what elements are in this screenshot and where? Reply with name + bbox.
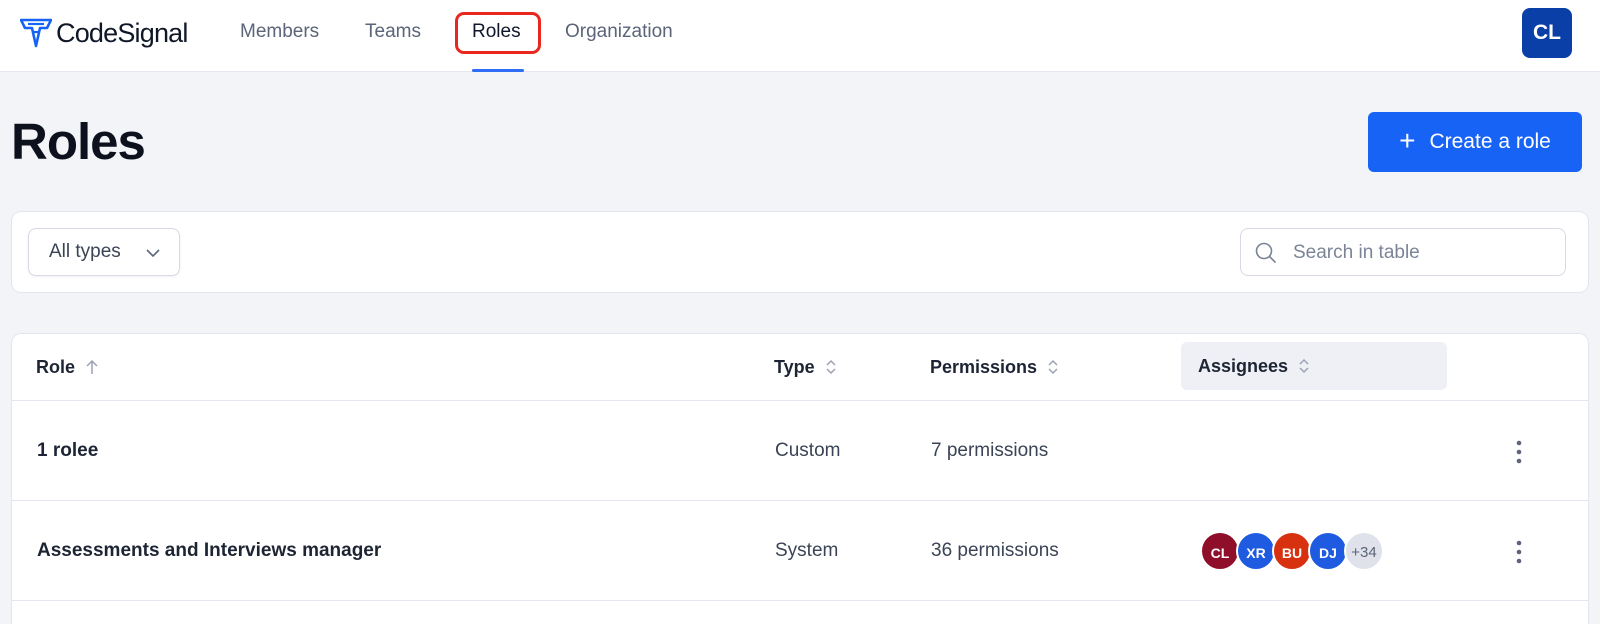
table-row[interactable]: Assessments and Interviews manager Syste… — [12, 501, 1588, 601]
column-header-type-label: Type — [774, 357, 815, 377]
sort-both-icon — [1299, 358, 1309, 374]
type-filter-dropdown[interactable]: All types — [28, 228, 180, 276]
role-permissions: 36 permissions — [931, 540, 1059, 561]
active-tab-underline — [472, 69, 524, 72]
logo-wordmark: CodeSignal — [56, 17, 188, 48]
page-title: Roles — [11, 113, 146, 170]
column-header-permissions-label: Permissions — [930, 357, 1038, 377]
column-header-role[interactable]: Role — [36, 334, 99, 400]
assignee-avatars[interactable]: CL XR BU DJ +34 — [1200, 531, 1384, 571]
roles-table: Role Type Permissions Assignees 1 rolee … — [11, 333, 1589, 624]
chevron-down-icon — [146, 249, 160, 258]
role-name[interactable]: Assessments and Interviews manager — [37, 501, 381, 601]
plus-icon: + — [1399, 124, 1416, 156]
column-header-permissions[interactable]: Permissions — [930, 334, 1059, 400]
search-icon — [1255, 242, 1277, 264]
assignee-avatar: DJ — [1308, 531, 1348, 571]
column-header-assignees[interactable]: Assignees — [1181, 342, 1447, 390]
create-role-label: Create a role — [1429, 130, 1551, 153]
role-type: System — [775, 540, 839, 561]
search-box[interactable] — [1240, 228, 1566, 276]
type-filter-value: All types — [49, 241, 121, 262]
nav-organization[interactable]: Organization — [565, 0, 673, 72]
user-avatar[interactable]: CL — [1522, 8, 1572, 58]
column-header-role-label: Role — [36, 357, 76, 377]
nav-teams-label: Teams — [365, 21, 421, 42]
codesignal-logo[interactable]: CodeSignal — [20, 16, 188, 50]
assignee-avatar: XR — [1236, 531, 1276, 571]
assignees-more-count: +34 — [1344, 531, 1384, 571]
more-actions-icon[interactable] — [1512, 539, 1526, 565]
codesignal-logo-icon — [20, 18, 52, 48]
nav-members-label: Members — [240, 21, 320, 42]
role-name[interactable]: 1 rolee — [37, 401, 98, 501]
nav-members[interactable]: Members — [240, 0, 319, 72]
more-actions-icon[interactable] — [1512, 439, 1526, 465]
nav-roles[interactable]: Roles — [455, 0, 541, 72]
nav-roles-highlight-box — [455, 12, 541, 54]
column-header-type[interactable]: Type — [774, 334, 837, 400]
top-nav: CodeSignal Members Teams Roles Organizat… — [0, 0, 1600, 72]
search-input[interactable] — [1293, 239, 1553, 267]
role-type: Custom — [775, 440, 841, 461]
sort-ascending-icon — [86, 359, 98, 374]
create-role-button[interactable]: + Create a role — [1368, 112, 1582, 172]
assignee-avatar: CL — [1200, 531, 1240, 571]
filter-bar: All types — [11, 211, 1589, 293]
column-header-assignees-label: Assignees — [1198, 356, 1289, 376]
role-permissions: 7 permissions — [931, 440, 1049, 461]
nav-organization-label: Organization — [565, 21, 673, 42]
nav-teams[interactable]: Teams — [365, 0, 421, 72]
sort-both-icon — [826, 359, 836, 375]
sort-both-icon — [1048, 359, 1058, 375]
assignee-avatar: BU — [1272, 531, 1312, 571]
table-row[interactable]: 1 rolee Custom 7 permissions — [12, 401, 1588, 501]
